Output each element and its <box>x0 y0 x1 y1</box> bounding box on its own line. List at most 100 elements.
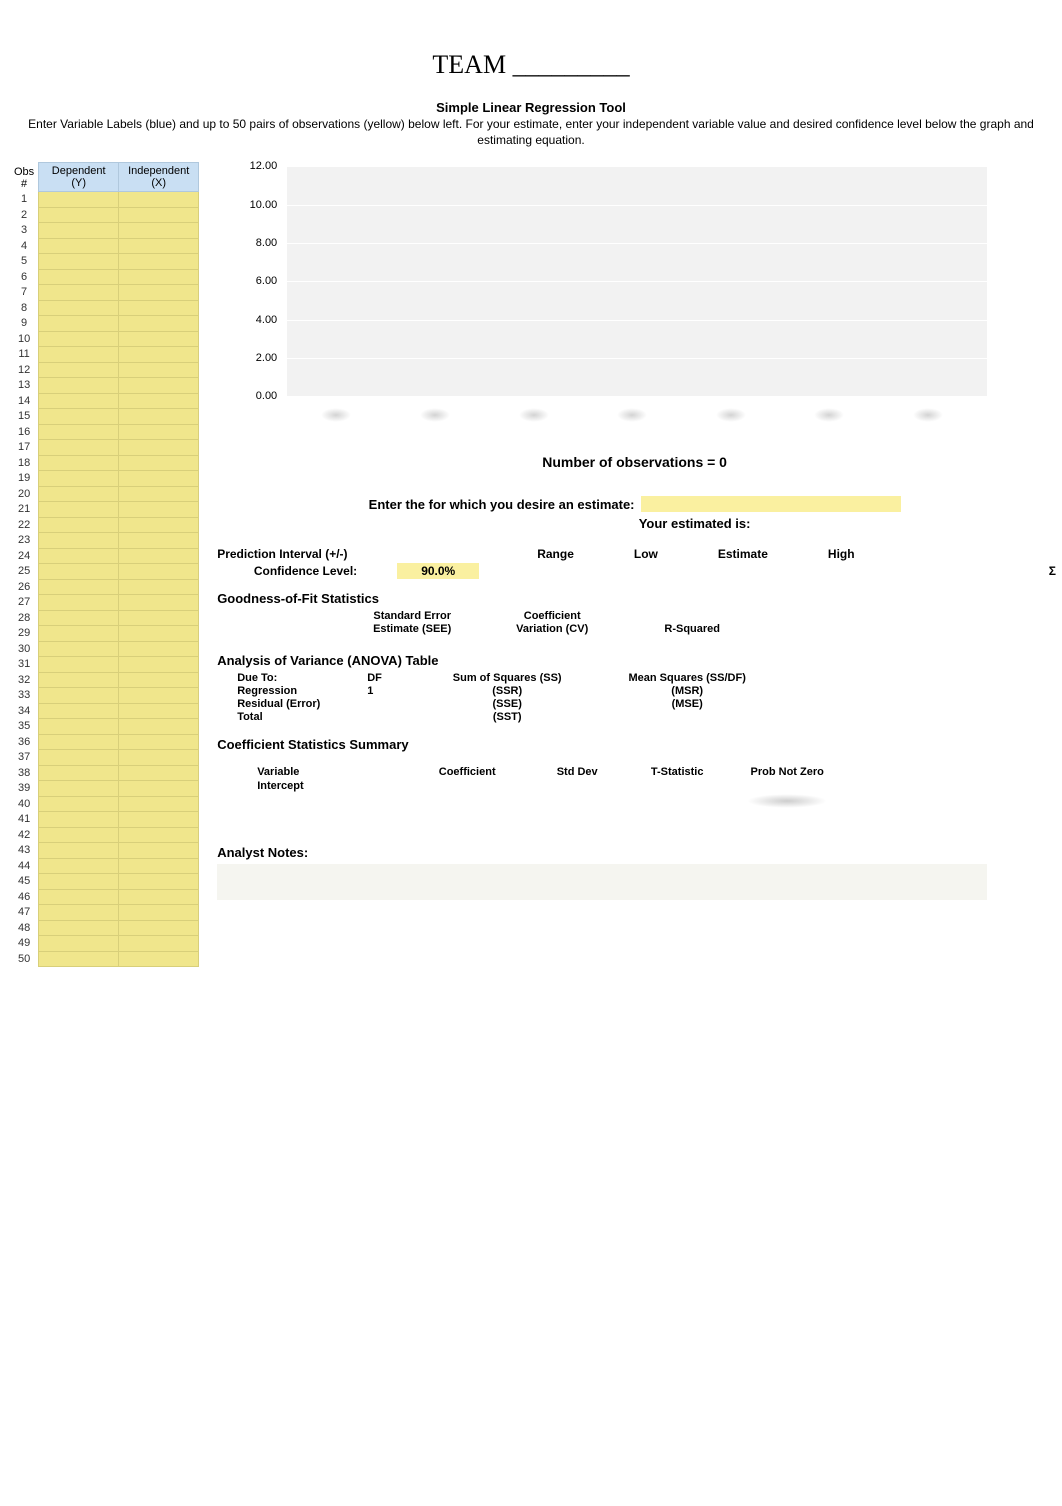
independent-cell[interactable] <box>119 440 199 456</box>
independent-cell[interactable] <box>119 858 199 874</box>
dependent-cell[interactable] <box>39 207 119 223</box>
independent-cell[interactable] <box>119 688 199 704</box>
independent-cell[interactable] <box>119 657 199 673</box>
estimate-input[interactable] <box>641 496 901 512</box>
dependent-cell[interactable] <box>39 424 119 440</box>
dependent-cell[interactable] <box>39 812 119 828</box>
independent-cell[interactable] <box>119 300 199 316</box>
dependent-cell[interactable] <box>39 688 119 704</box>
dependent-cell[interactable] <box>39 362 119 378</box>
independent-cell[interactable] <box>119 409 199 425</box>
independent-cell[interactable] <box>119 827 199 843</box>
dependent-cell[interactable] <box>39 858 119 874</box>
independent-cell[interactable] <box>119 734 199 750</box>
dependent-cell[interactable] <box>39 796 119 812</box>
dependent-cell[interactable] <box>39 502 119 518</box>
dependent-cell[interactable] <box>39 393 119 409</box>
independent-cell[interactable] <box>119 812 199 828</box>
dependent-cell[interactable] <box>39 781 119 797</box>
dependent-cell[interactable] <box>39 378 119 394</box>
dependent-cell[interactable] <box>39 254 119 270</box>
dependent-cell[interactable] <box>39 719 119 735</box>
independent-cell[interactable] <box>119 192 199 208</box>
independent-cell[interactable] <box>119 579 199 595</box>
dependent-cell[interactable] <box>39 765 119 781</box>
independent-cell[interactable] <box>119 564 199 580</box>
independent-cell[interactable] <box>119 285 199 301</box>
independent-cell[interactable] <box>119 626 199 642</box>
independent-cell[interactable] <box>119 548 199 564</box>
independent-header[interactable]: Independent (X) <box>119 163 199 192</box>
analyst-notes-input[interactable] <box>217 864 987 900</box>
independent-cell[interactable] <box>119 796 199 812</box>
dependent-cell[interactable] <box>39 703 119 719</box>
dependent-cell[interactable] <box>39 672 119 688</box>
dependent-cell[interactable] <box>39 548 119 564</box>
independent-cell[interactable] <box>119 207 199 223</box>
independent-cell[interactable] <box>119 238 199 254</box>
dependent-cell[interactable] <box>39 223 119 239</box>
independent-cell[interactable] <box>119 920 199 936</box>
independent-cell[interactable] <box>119 455 199 471</box>
dependent-cell[interactable] <box>39 564 119 580</box>
dependent-cell[interactable] <box>39 285 119 301</box>
independent-cell[interactable] <box>119 889 199 905</box>
dependent-cell[interactable] <box>39 657 119 673</box>
dependent-cell[interactable] <box>39 595 119 611</box>
independent-cell[interactable] <box>119 936 199 952</box>
dependent-cell[interactable] <box>39 192 119 208</box>
independent-cell[interactable] <box>119 254 199 270</box>
dependent-cell[interactable] <box>39 889 119 905</box>
independent-cell[interactable] <box>119 502 199 518</box>
dependent-header[interactable]: Dependent (Y) <box>39 163 119 192</box>
dependent-cell[interactable] <box>39 331 119 347</box>
dependent-cell[interactable] <box>39 936 119 952</box>
independent-cell[interactable] <box>119 378 199 394</box>
dependent-cell[interactable] <box>39 843 119 859</box>
dependent-cell[interactable] <box>39 455 119 471</box>
independent-cell[interactable] <box>119 610 199 626</box>
independent-cell[interactable] <box>119 641 199 657</box>
independent-cell[interactable] <box>119 595 199 611</box>
dependent-cell[interactable] <box>39 951 119 967</box>
dependent-cell[interactable] <box>39 300 119 316</box>
dependent-cell[interactable] <box>39 610 119 626</box>
dependent-cell[interactable] <box>39 533 119 549</box>
independent-cell[interactable] <box>119 316 199 332</box>
independent-cell[interactable] <box>119 269 199 285</box>
independent-cell[interactable] <box>119 393 199 409</box>
dependent-cell[interactable] <box>39 316 119 332</box>
independent-cell[interactable] <box>119 843 199 859</box>
independent-cell[interactable] <box>119 533 199 549</box>
dependent-cell[interactable] <box>39 874 119 890</box>
independent-cell[interactable] <box>119 471 199 487</box>
dependent-cell[interactable] <box>39 626 119 642</box>
independent-cell[interactable] <box>119 331 199 347</box>
independent-cell[interactable] <box>119 517 199 533</box>
independent-cell[interactable] <box>119 750 199 766</box>
dependent-cell[interactable] <box>39 579 119 595</box>
independent-cell[interactable] <box>119 362 199 378</box>
dependent-cell[interactable] <box>39 827 119 843</box>
dependent-cell[interactable] <box>39 409 119 425</box>
independent-cell[interactable] <box>119 905 199 921</box>
confidence-level-input[interactable]: 90.0% <box>397 563 479 579</box>
dependent-cell[interactable] <box>39 486 119 502</box>
dependent-cell[interactable] <box>39 440 119 456</box>
dependent-cell[interactable] <box>39 734 119 750</box>
independent-cell[interactable] <box>119 672 199 688</box>
dependent-cell[interactable] <box>39 641 119 657</box>
independent-cell[interactable] <box>119 781 199 797</box>
dependent-cell[interactable] <box>39 471 119 487</box>
independent-cell[interactable] <box>119 223 199 239</box>
dependent-cell[interactable] <box>39 920 119 936</box>
independent-cell[interactable] <box>119 719 199 735</box>
dependent-cell[interactable] <box>39 905 119 921</box>
independent-cell[interactable] <box>119 486 199 502</box>
independent-cell[interactable] <box>119 951 199 967</box>
independent-cell[interactable] <box>119 874 199 890</box>
independent-cell[interactable] <box>119 424 199 440</box>
independent-cell[interactable] <box>119 765 199 781</box>
dependent-cell[interactable] <box>39 517 119 533</box>
independent-cell[interactable] <box>119 703 199 719</box>
